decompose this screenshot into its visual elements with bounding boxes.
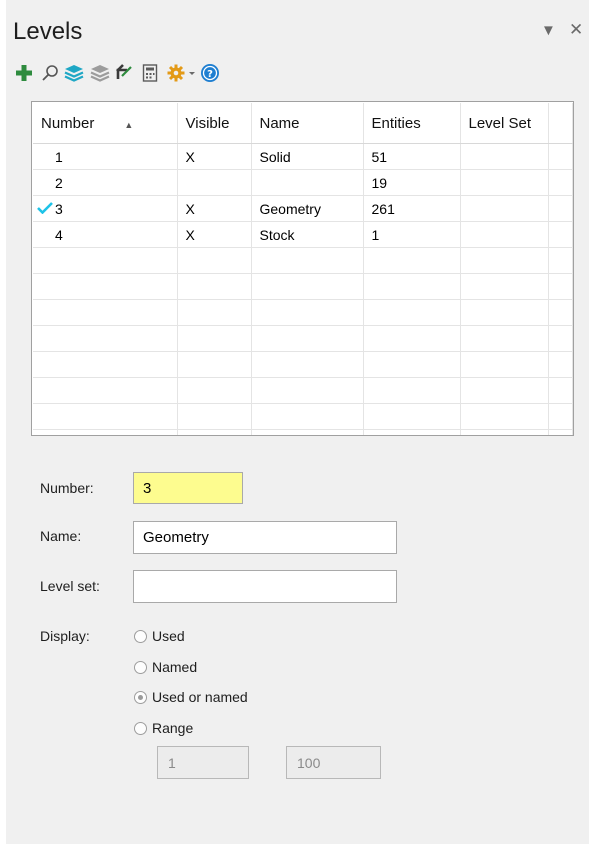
column-header-entities[interactable]: Entities bbox=[363, 103, 461, 144]
cell-name: Geometry bbox=[251, 195, 364, 222]
number-field[interactable]: 3 bbox=[133, 472, 243, 504]
table-row[interactable]: 2 19 bbox=[33, 169, 573, 196]
radio-used-or-named-label: Used or named bbox=[152, 689, 248, 705]
level-set-field[interactable] bbox=[133, 570, 397, 603]
table-row-empty bbox=[33, 325, 573, 352]
cell-entities: 1 bbox=[363, 221, 461, 248]
chevron-down-icon[interactable]: ▼ bbox=[541, 22, 556, 39]
radio-range[interactable]: Range bbox=[134, 720, 193, 736]
radio-used-label: Used bbox=[152, 628, 185, 644]
table-row-empty bbox=[33, 351, 573, 378]
table-row-empty bbox=[33, 299, 573, 326]
column-header-level-set[interactable]: Level Set bbox=[460, 103, 549, 144]
radio-used[interactable]: Used bbox=[134, 628, 185, 644]
cell-visible[interactable]: X bbox=[177, 143, 252, 170]
cell-entities: 261 bbox=[363, 195, 461, 222]
radio-button[interactable] bbox=[134, 660, 147, 674]
cell-filler bbox=[548, 169, 573, 196]
cell-name: Solid bbox=[251, 143, 364, 170]
help-icon[interactable]: ? bbox=[198, 60, 222, 86]
name-field[interactable]: Geometry bbox=[133, 521, 397, 554]
radio-named-label: Named bbox=[152, 659, 198, 675]
display-label: Display: bbox=[40, 628, 90, 644]
calculator-icon[interactable] bbox=[138, 60, 162, 86]
column-header-number[interactable]: Number ▲ bbox=[33, 103, 178, 144]
table-header-row: Number ▲ Visible Name Entities Level Set bbox=[33, 103, 573, 144]
column-header-filler bbox=[548, 103, 573, 144]
sort-ascending-icon: ▲ bbox=[124, 119, 134, 130]
radio-used-or-named[interactable]: Used or named bbox=[134, 689, 248, 705]
table-row-empty bbox=[33, 403, 573, 430]
radio-button[interactable] bbox=[134, 629, 147, 643]
cell-entities: 19 bbox=[363, 169, 461, 196]
cell-name bbox=[251, 169, 364, 196]
cell-level-set bbox=[460, 195, 549, 222]
cell-number: 3 bbox=[33, 195, 178, 222]
cell-entities: 51 bbox=[363, 143, 461, 170]
cell-filler bbox=[548, 143, 573, 170]
cell-level-set bbox=[460, 221, 549, 248]
range-to-field[interactable]: 100 bbox=[286, 746, 381, 779]
chevron-down-icon[interactable] bbox=[186, 60, 198, 86]
table-row-empty bbox=[33, 247, 573, 274]
column-header-visible[interactable]: Visible bbox=[177, 103, 252, 144]
cell-filler bbox=[548, 195, 573, 222]
number-label: Number: bbox=[40, 480, 94, 496]
cell-number: 2 bbox=[33, 169, 178, 196]
levels-panel: Levels ▼ ✕ ? Number ▲ Visible Name Entit… bbox=[0, 0, 589, 844]
check-icon bbox=[37, 201, 55, 217]
cell-number: 4 bbox=[33, 221, 178, 248]
cell-number-value: 3 bbox=[55, 200, 63, 217]
table-row-empty bbox=[33, 377, 573, 404]
close-icon[interactable]: ✕ bbox=[569, 20, 583, 40]
panel-left-border bbox=[0, 0, 6, 844]
layers-icon[interactable] bbox=[62, 60, 86, 86]
name-label: Name: bbox=[40, 528, 82, 544]
column-header-name[interactable]: Name bbox=[251, 103, 364, 144]
search-icon[interactable] bbox=[38, 60, 62, 86]
gear-icon[interactable] bbox=[164, 60, 188, 86]
range-from-field[interactable]: 1 bbox=[157, 746, 249, 779]
cell-visible[interactable]: X bbox=[177, 221, 252, 248]
layers-gray-icon[interactable] bbox=[88, 60, 112, 86]
levels-table: Number ▲ Visible Name Entities Level Set … bbox=[33, 103, 573, 435]
cell-level-set bbox=[460, 169, 549, 196]
undo-icon[interactable] bbox=[112, 60, 136, 86]
radio-button[interactable] bbox=[134, 721, 147, 735]
levels-grid[interactable]: Number ▲ Visible Name Entities Level Set … bbox=[31, 101, 574, 436]
panel-title: Levels bbox=[13, 18, 83, 45]
table-row-empty bbox=[33, 273, 573, 300]
cell-name: Stock bbox=[251, 221, 364, 248]
cell-level-set bbox=[460, 143, 549, 170]
radio-button-selected[interactable] bbox=[134, 690, 147, 704]
level-set-label: Level set: bbox=[40, 578, 100, 594]
cell-visible[interactable]: X bbox=[177, 195, 252, 222]
radio-named[interactable]: Named bbox=[134, 659, 197, 675]
svg-text:?: ? bbox=[207, 69, 213, 80]
cell-number: 1 bbox=[33, 143, 178, 170]
cell-filler bbox=[548, 221, 573, 248]
table-row[interactable]: 4 X Stock 1 bbox=[33, 221, 573, 248]
radio-range-label: Range bbox=[152, 720, 194, 736]
add-level-icon[interactable] bbox=[12, 60, 36, 86]
table-row[interactable]: 3 X Geometry 261 bbox=[33, 195, 573, 222]
table-row-empty bbox=[33, 429, 573, 435]
table-row[interactable]: 1 X Solid 51 bbox=[33, 143, 573, 170]
cell-visible[interactable] bbox=[177, 169, 252, 196]
